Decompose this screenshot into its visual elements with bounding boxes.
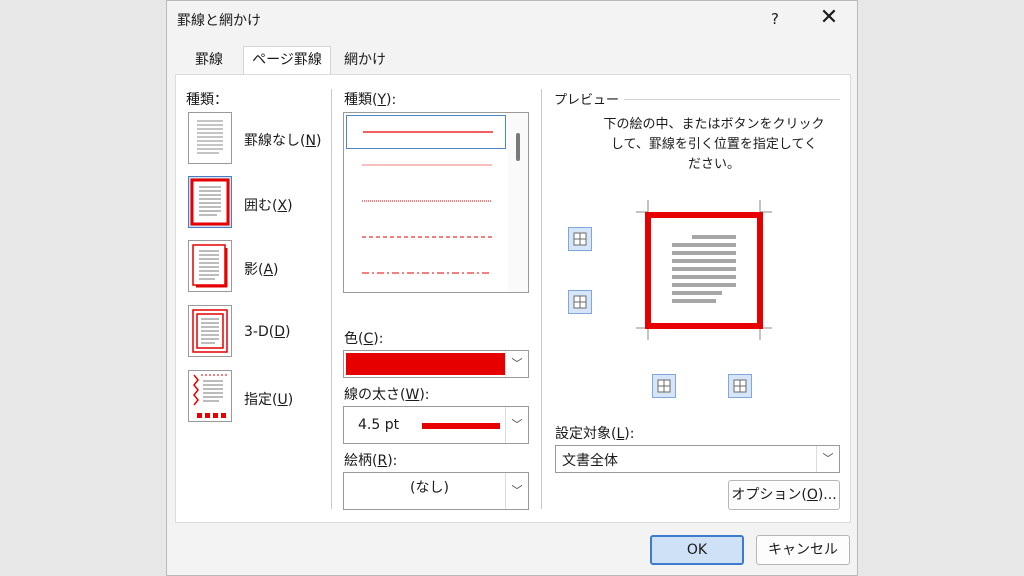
left-border-button[interactable] — [652, 374, 676, 398]
dotted-line-icon — [362, 200, 492, 202]
help-icon[interactable]: ? — [763, 7, 787, 31]
column-separator — [331, 89, 332, 509]
color-label: 色(C): — [344, 331, 384, 347]
top-border-button[interactable] — [568, 227, 592, 251]
bottom-border-button[interactable] — [568, 290, 592, 314]
title-bar: 罫線と網かけ ? ✕ — [167, 1, 857, 37]
setting-none-thumb[interactable] — [188, 112, 232, 164]
setting-box-thumb[interactable] — [188, 176, 232, 228]
options-button[interactable]: オプション(O)... — [728, 480, 840, 510]
apply-to-dropdown[interactable]: 文書全体 ﹀ — [555, 445, 840, 473]
line-style-solid[interactable] — [346, 115, 506, 149]
border-left-icon — [657, 379, 671, 393]
line-style-dotted[interactable] — [346, 185, 506, 219]
page-none-icon — [197, 120, 223, 154]
art-label: 絵柄(R): — [344, 453, 398, 469]
line-width-sample — [422, 423, 500, 429]
setting-3d-thumb[interactable] — [188, 305, 232, 357]
ok-button[interactable]: OK — [650, 535, 744, 565]
line-width-value: 4.5 pt — [358, 417, 400, 433]
chevron-down-icon[interactable]: ﹀ — [505, 351, 528, 377]
line-style-dashed[interactable] — [346, 221, 506, 255]
chevron-down-icon[interactable]: ﹀ — [505, 407, 528, 443]
chevron-down-icon[interactable]: ﹀ — [505, 473, 528, 509]
page-shadow-icon — [192, 244, 228, 288]
border-top-icon — [573, 232, 587, 246]
preview-heading: プレビュー — [554, 93, 620, 108]
dashdot-line-icon — [362, 272, 492, 274]
setting-custom-thumb[interactable] — [188, 370, 232, 422]
apply-to-label: 設定対象(L): — [555, 426, 635, 442]
tab-shading[interactable]: 網かけ — [333, 46, 397, 74]
solid-line-icon — [363, 131, 493, 133]
color-swatch — [346, 353, 506, 375]
setting-shadow-label[interactable]: 影(A) — [244, 259, 279, 279]
line-style-list[interactable] — [343, 112, 529, 293]
page-custom-icon — [193, 374, 227, 418]
scrollbar-thumb[interactable] — [516, 133, 520, 161]
instruction-line: ださい。 — [687, 157, 740, 172]
chevron-down-icon[interactable]: ﹀ — [816, 446, 839, 472]
apply-to-value: 文書全体 — [562, 453, 618, 469]
line-style-scrollbar[interactable] — [508, 113, 528, 292]
tab-page-border[interactable]: ページ罫線 — [243, 46, 331, 76]
color-dropdown[interactable]: ﹀ — [343, 350, 529, 378]
border-right-icon — [733, 379, 747, 393]
border-bottom-icon — [573, 295, 587, 309]
tab-borders[interactable]: 罫線 — [175, 46, 243, 74]
line-width-label: 線の太さ(W): — [344, 387, 430, 403]
art-dropdown[interactable]: (なし) ﹀ — [343, 472, 529, 510]
art-value: (なし) — [410, 480, 449, 496]
setting-box-label[interactable]: 囲む(X) — [244, 195, 293, 215]
line-style-dashdot[interactable] — [346, 257, 506, 291]
page-3d-icon — [192, 309, 228, 353]
line-width-dropdown[interactable]: 4.5 pt ﹀ — [343, 406, 529, 444]
cancel-button[interactable]: キャンセル — [756, 535, 850, 565]
tab-panel: 種類： 罫線なし(N) 囲む(X) 影(A) 3-D(D) 指定(U) 種類(Y… — [175, 74, 851, 523]
setting-3d-label[interactable]: 3-D(D) — [244, 324, 290, 340]
line-style-thin[interactable] — [346, 149, 506, 183]
preview-page-graphic — [636, 200, 772, 340]
preview-instructions: 下の絵の中、またはボタンをクリック して、罫線を引く位置を指定してく ださい。 — [596, 115, 832, 175]
thin-line-icon — [362, 164, 492, 166]
line-style-label: 種類(Y): — [344, 92, 397, 108]
setting-none-label[interactable]: 罫線なし(N) — [244, 130, 321, 150]
preview-heading-rule — [624, 99, 840, 100]
setting-shadow-thumb[interactable] — [188, 240, 232, 292]
borders-and-shading-dialog: 罫線と網かけ ? ✕ 罫線 ページ罫線 網かけ 種類： 罫線なし(N) 囲む(X… — [166, 0, 858, 576]
preview-canvas[interactable] — [622, 188, 786, 352]
right-border-button[interactable] — [728, 374, 752, 398]
setting-custom-label[interactable]: 指定(U) — [244, 389, 293, 409]
dashed-line-icon — [362, 236, 492, 238]
instruction-line: 下の絵の中、またはボタンをクリック — [603, 117, 825, 132]
instruction-line: して、罫線を引く位置を指定してく — [610, 137, 818, 152]
column-separator — [541, 89, 542, 509]
close-icon[interactable]: ✕ — [815, 7, 843, 31]
page-box-icon — [190, 178, 230, 226]
setting-heading: 種類： — [186, 92, 228, 108]
dialog-title: 罫線と網かけ — [177, 13, 261, 29]
